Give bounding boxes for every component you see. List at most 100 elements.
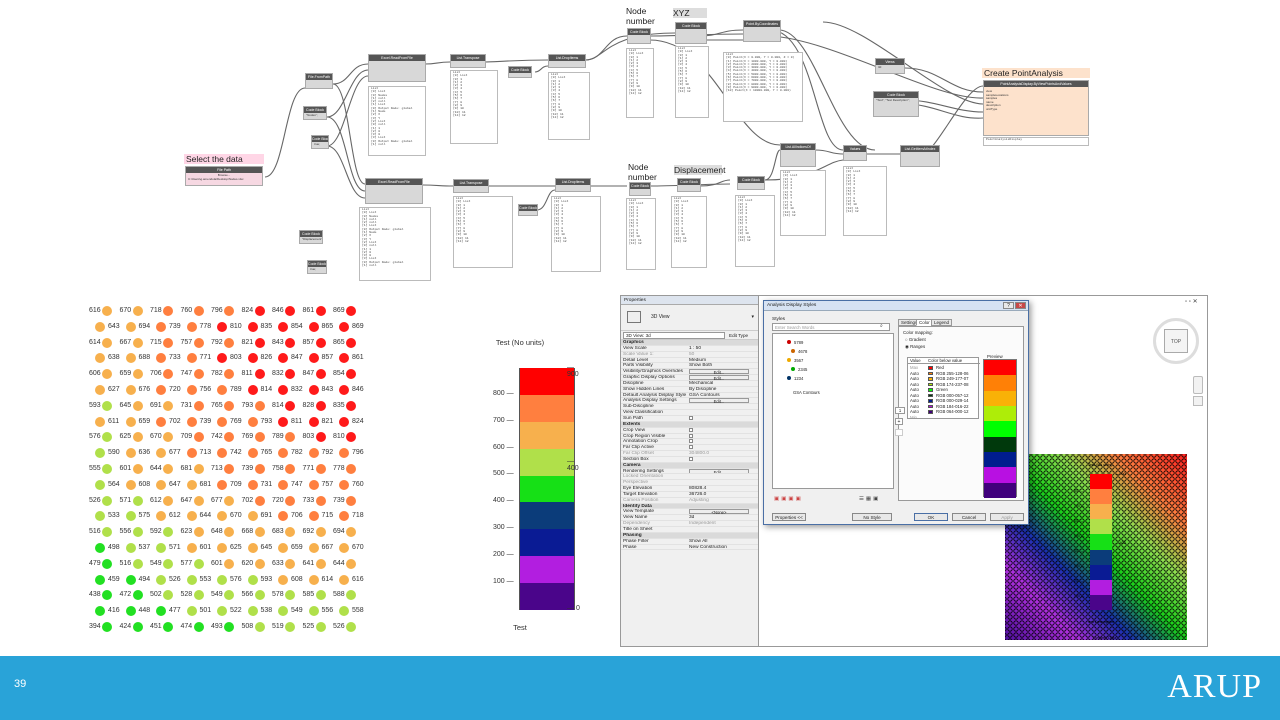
dot-value: 792 — [321, 449, 334, 457]
data-dot — [224, 337, 234, 348]
dot-value: 747 — [291, 480, 303, 488]
list-get-item-node[interactable]: List.GetItemAtIndex — [900, 145, 940, 167]
list-all-indices-node[interactable]: List.AllIndicesOf — [780, 143, 816, 167]
dot-value: 718 — [352, 512, 364, 520]
dot-value: 451 — [150, 623, 162, 630]
code-block-node2-node[interactable]: Code Block — [629, 182, 651, 196]
add-row-button[interactable]: + — [895, 418, 903, 425]
color-settings-panel: Color mapping: ○ Gradient ◉ Ranges 1 + V… — [895, 326, 1024, 501]
property-edit-button[interactable]: Edit... — [689, 369, 749, 375]
checkbox[interactable] — [689, 439, 693, 444]
dot-value: 847 — [291, 354, 303, 362]
search-icon[interactable]: ⌕ — [880, 323, 883, 329]
viewcube[interactable]: TOP — [1164, 329, 1188, 353]
zoom-icon[interactable] — [1193, 396, 1203, 406]
view-dropdown[interactable]: 3D View: 3d — [623, 332, 725, 339]
file-path-node[interactable]: File Path Browse... C:\Users\g.amendola\D… — [185, 166, 263, 186]
dot-value: 608 — [291, 575, 303, 583]
list-transpose-node-1[interactable]: List.Transpose — [450, 54, 486, 68]
output-value: PointAnalysisDisplay — [986, 138, 1023, 141]
dot-value: 614 — [89, 338, 101, 346]
dot-value: 803 — [230, 354, 242, 362]
point-by-coordinates-node[interactable]: Point.ByCoordinates — [743, 20, 781, 42]
gradient-radio[interactable]: ○ Gradient — [905, 337, 926, 342]
help-button[interactable]: ? — [1003, 302, 1014, 309]
properties-toggle-button[interactable]: Properties << — [772, 513, 806, 521]
checkbox[interactable] — [689, 433, 693, 438]
data-dot — [193, 622, 204, 632]
label-create-point-analysis: Create PointAnalysis — [982, 68, 1090, 78]
list-drop-items-node-2[interactable]: List.DropItems — [555, 178, 591, 192]
property-row[interactable]: Phase New Construction — [621, 545, 758, 551]
color-ranges-table[interactable]: Value Color below value Max Red Auto RGB 25… — [907, 357, 980, 420]
property-edit-button[interactable]: Edit... — [689, 468, 749, 474]
checkbox[interactable] — [689, 415, 693, 420]
code-block-disp-node[interactable]: Code Block — [677, 178, 701, 192]
view-mode-icon[interactable]: ☰▦▣ — [859, 496, 880, 502]
checkbox[interactable] — [689, 445, 693, 450]
remove-row-button[interactable] — [895, 429, 903, 436]
data-dot — [102, 306, 112, 316]
data-dot — [217, 448, 227, 459]
dot-value: 627 — [108, 386, 120, 393]
file-from-path-node[interactable]: File.FromPath — [305, 73, 333, 89]
dot-value: 647 — [180, 496, 193, 504]
search-input[interactable]: Enter Search Words — [772, 323, 890, 331]
data-dot — [224, 369, 234, 380]
dot-value: 516 — [89, 528, 101, 536]
code-block-xyz-node[interactable]: Code Block — [675, 22, 707, 44]
edit-type-button[interactable]: Edit Type — [729, 332, 748, 339]
legend-tick-left: 700 — — [493, 416, 514, 424]
window-controls[interactable]: ▫ ▫ ✕ — [1185, 298, 1198, 305]
checkbox[interactable] — [689, 456, 693, 461]
code-block-drop-node-2[interactable]: Code Block — [518, 204, 538, 216]
code-block-drop-node-1[interactable]: Code Block — [508, 66, 532, 78]
property-edit-button[interactable]: Edit... — [689, 398, 749, 404]
preview-dot — [787, 358, 791, 362]
legend-swatch — [520, 448, 574, 477]
no-style-button[interactable]: No Style — [852, 513, 892, 521]
code-block-nodes-node[interactable]: Code Block — [627, 28, 651, 44]
dot-value: 821 — [241, 338, 254, 346]
close-icon[interactable]: ✕ — [1015, 302, 1026, 309]
code-block-sheet-node[interactable]: Code Block "Nodes"; — [303, 106, 327, 120]
tab-legend[interactable]: Legend — [931, 319, 953, 326]
point-analysis-node[interactable]: PointAnalysisDisplay.ByViewPointsAndValu… — [983, 80, 1089, 136]
code-block-bool-node-2[interactable]: Code Block true; — [307, 260, 327, 274]
code-block-bool-node[interactable]: Code Blocktrue; — [311, 135, 329, 149]
list-drop-items-node-1[interactable]: List.DropItems — [548, 54, 586, 68]
styles-list[interactable]: 5789 4678 3567 2345 1234 GSA Contours — [772, 333, 894, 489]
node-title: List.Transpose — [451, 55, 485, 61]
data-dot — [315, 464, 326, 474]
code-block-names-node[interactable]: Code Block "Test"; "Test Description"; — [873, 91, 919, 117]
legend-tick-left: 100 — — [493, 577, 514, 585]
apply-button[interactable]: Apply — [990, 513, 1024, 521]
preview-dot — [791, 349, 795, 353]
checkbox[interactable] — [689, 427, 693, 432]
excel-read-node-2[interactable]: Excel.ReadFromFile — [365, 178, 423, 204]
style-item[interactable]: GSA Contours — [793, 390, 820, 395]
data-dot — [217, 321, 227, 332]
style-tools-icon[interactable]: ▣▣▣▣ — [774, 496, 803, 502]
property-edit-button[interactable]: <None> — [689, 509, 749, 515]
data-dot — [346, 306, 356, 316]
navigation-bar-icon[interactable] — [1193, 376, 1203, 394]
property-edit-button[interactable]: Edit... — [689, 375, 749, 380]
dot-value: 778 — [333, 465, 345, 472]
range-count-input[interactable]: 1 — [895, 407, 905, 414]
excel-read-node-1[interactable]: Excel.ReadFromFile — [368, 54, 426, 82]
ok-button[interactable]: OK — [914, 513, 948, 521]
dot-value: 811 — [241, 370, 253, 378]
view-selector[interactable]: 3D View: 3d Edit Type — [621, 331, 758, 340]
code-block-sheet-node-2[interactable]: Code Block "Displacement"; — [299, 230, 323, 244]
cancel-button[interactable]: Cancel — [952, 513, 986, 521]
views-node[interactable]: Views 3d — [875, 58, 905, 74]
chevron-down-icon[interactable]: ▾ — [751, 314, 754, 320]
type-selector[interactable]: 3D View ▾ — [621, 305, 758, 331]
dot-value: 739 — [333, 496, 345, 504]
ranges-radio[interactable]: ◉ Ranges — [905, 344, 925, 350]
list-transpose-node-2[interactable]: List.Transpose — [453, 179, 489, 193]
data-dot — [102, 400, 112, 411]
code-block-disp2-node[interactable]: Code Block — [737, 176, 765, 190]
values-node[interactable]: Values — [843, 145, 867, 161]
